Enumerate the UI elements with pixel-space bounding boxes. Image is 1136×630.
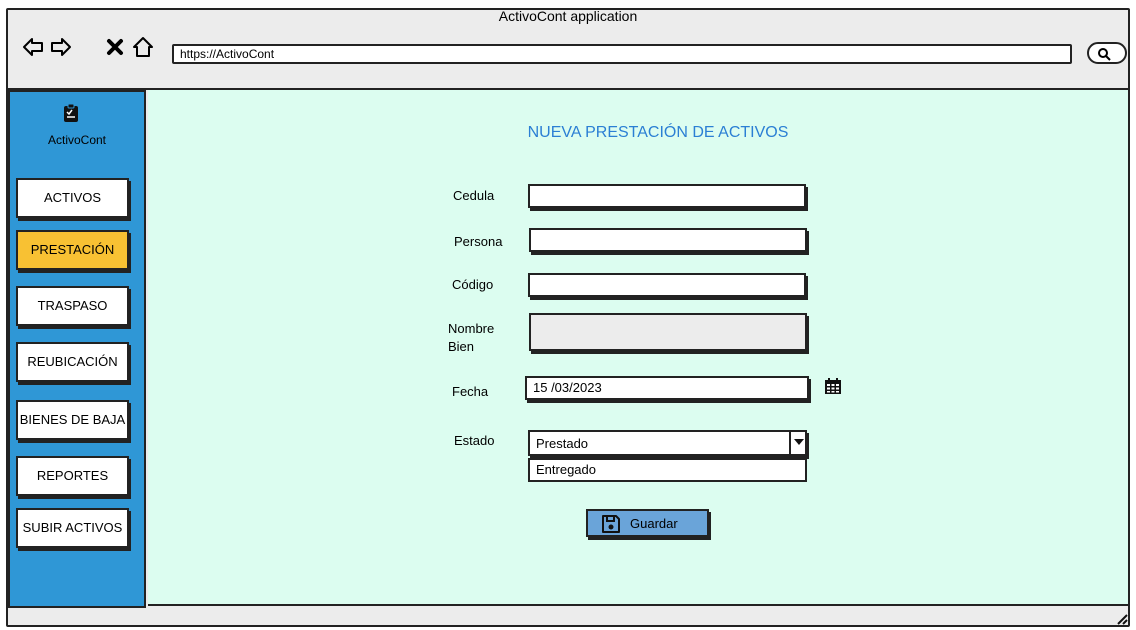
sidebar-item-prestacion[interactable]: PRESTACIÓN	[16, 230, 129, 270]
home-icon[interactable]	[132, 36, 154, 58]
persona-label: Persona	[454, 234, 503, 249]
codigo-label: Código	[452, 277, 494, 292]
sidebar-item-activos[interactable]: ACTIVOS	[16, 178, 129, 218]
sidebar-item-traspaso[interactable]: TRASPASO	[16, 286, 129, 326]
search-icon	[1098, 48, 1111, 61]
sidebar-item-reportes[interactable]: REPORTES	[16, 456, 129, 496]
estado-selected-value: Prestado	[536, 436, 589, 451]
chevron-down-icon[interactable]	[789, 430, 807, 456]
persona-input[interactable]	[529, 228, 807, 252]
clipboard-icon	[63, 103, 79, 123]
sidebar-item-reubicacion[interactable]: REUBICACIÓN	[16, 342, 129, 382]
fecha-label: Fecha	[452, 384, 489, 399]
save-icon	[601, 514, 621, 537]
forward-icon[interactable]	[50, 36, 72, 58]
window-title: ActivoCont application	[498, 8, 638, 24]
cedula-label: Cedula	[453, 188, 495, 203]
nombre-bien-label-line1: Nombre	[448, 321, 495, 336]
page-title: NUEVA PRESTACIÓN DE ACTIVOS	[527, 124, 789, 141]
save-button[interactable]: Guardar	[586, 509, 709, 537]
resize-grip-icon[interactable]	[1114, 611, 1128, 625]
status-divider	[148, 604, 1130, 606]
estado-option-entregado[interactable]: Entregado	[528, 458, 807, 482]
codigo-input[interactable]	[528, 273, 806, 297]
estado-label: Estado	[454, 433, 495, 448]
nombre-bien-label-line2: Bien	[448, 339, 475, 354]
sidebar-item-subir-activos[interactable]: SUBIR ACTIVOS	[16, 508, 129, 548]
fecha-input[interactable]: 15 /03/2023	[525, 376, 809, 400]
calendar-icon[interactable]	[824, 377, 842, 395]
sidebar-item-bienes-de-baja[interactable]: BIENES DE BAJA	[16, 400, 129, 440]
app-logo-text: ActivoCont	[47, 133, 107, 147]
back-icon[interactable]	[22, 36, 44, 58]
save-button-label: Guardar	[630, 516, 678, 531]
search-button[interactable]	[1087, 42, 1127, 64]
cedula-input[interactable]	[528, 184, 806, 208]
nombre-bien-input	[529, 313, 807, 351]
close-icon[interactable]	[104, 36, 126, 58]
url-bar[interactable]: https://ActivoCont	[172, 44, 1072, 64]
